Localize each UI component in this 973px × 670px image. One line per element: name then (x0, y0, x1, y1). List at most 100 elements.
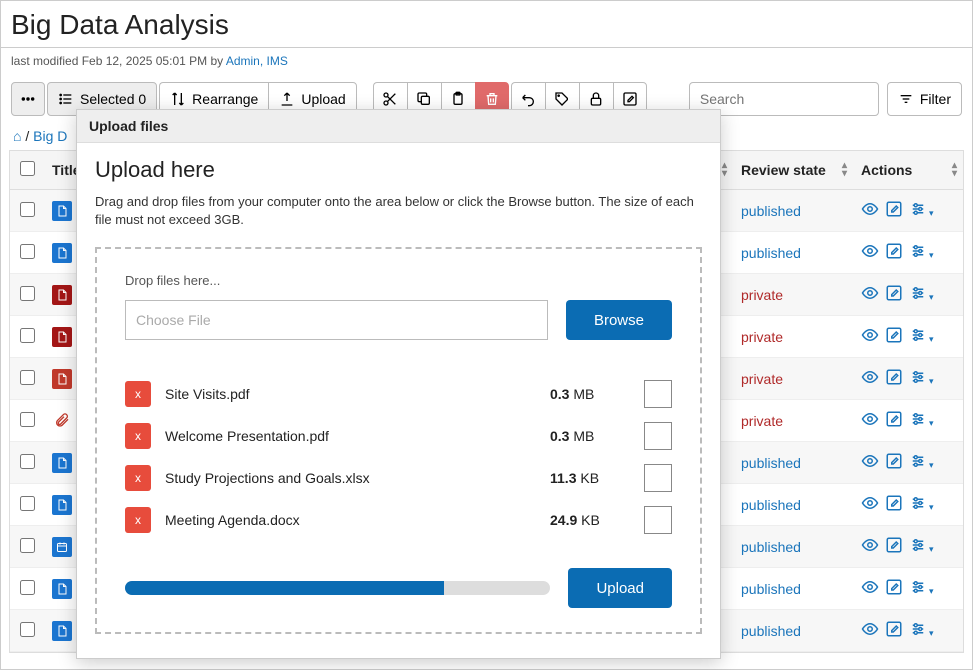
row-checkbox[interactable] (20, 244, 35, 259)
col-actions-label: Actions (861, 162, 912, 178)
remove-file-button[interactable]: x (125, 381, 151, 407)
edit-action[interactable] (885, 242, 903, 263)
undo-icon (520, 91, 536, 107)
view-action[interactable] (861, 494, 879, 515)
row-checkbox[interactable] (20, 328, 35, 343)
review-state[interactable]: published (741, 203, 801, 219)
document-icon (52, 453, 72, 473)
upload-file-item: xWelcome Presentation.pdf0.3 MB (125, 422, 672, 450)
remove-file-button[interactable]: x (125, 465, 151, 491)
settings-action[interactable] (909, 242, 934, 263)
settings-action[interactable] (909, 326, 934, 347)
view-action[interactable] (861, 368, 879, 389)
browse-button[interactable]: Browse (566, 300, 672, 340)
review-state[interactable]: published (741, 623, 801, 639)
remove-file-button[interactable]: x (125, 507, 151, 533)
settings-action[interactable] (909, 452, 934, 473)
row-checkbox[interactable] (20, 580, 35, 595)
list-icon (58, 91, 74, 107)
select-all-checkbox[interactable] (20, 161, 35, 176)
edit-action[interactable] (885, 620, 903, 641)
file-chooser-input[interactable]: Choose File (125, 300, 548, 340)
review-state[interactable]: published (741, 497, 801, 513)
document-icon (52, 243, 72, 263)
dropzone[interactable]: Drop files here... Choose File Browse xS… (95, 247, 702, 634)
edit-action[interactable] (885, 536, 903, 557)
view-action[interactable] (861, 410, 879, 431)
settings-action[interactable] (909, 578, 934, 599)
view-action[interactable] (861, 284, 879, 305)
col-review-label: Review state (741, 162, 826, 178)
filter-icon (898, 91, 914, 107)
edit-action[interactable] (885, 326, 903, 347)
view-action[interactable] (861, 578, 879, 599)
edit-action[interactable] (885, 578, 903, 599)
row-checkbox[interactable] (20, 370, 35, 385)
edit-action[interactable] (885, 368, 903, 389)
upload-file-name: Study Projections and Goals.xlsx (165, 470, 536, 486)
row-checkbox[interactable] (20, 286, 35, 301)
more-actions-button[interactable] (11, 82, 45, 116)
breadcrumb-current[interactable]: Big D (33, 128, 67, 144)
drop-label: Drop files here... (125, 273, 672, 288)
settings-action[interactable] (909, 494, 934, 515)
edit-action[interactable] (885, 200, 903, 221)
view-action[interactable] (861, 536, 879, 557)
last-modified-text: last modified Feb 12, 2025 05:01 PM by (11, 54, 226, 68)
trash-icon (484, 91, 500, 107)
col-review-state[interactable]: Review state ▴▾ (733, 151, 853, 190)
page-title: Big Data Analysis (1, 1, 972, 48)
review-state[interactable]: published (741, 581, 801, 597)
attachment-icon (52, 410, 72, 430)
ellipsis-icon (20, 91, 36, 107)
sort-icon: ▴▾ (842, 162, 847, 178)
upload-icon (279, 91, 295, 107)
view-action[interactable] (861, 326, 879, 347)
breadcrumb-separator: / (21, 128, 33, 144)
settings-action[interactable] (909, 200, 934, 221)
review-state[interactable]: published (741, 245, 801, 261)
view-action[interactable] (861, 452, 879, 473)
review-state[interactable]: private (741, 329, 783, 345)
sort-icon: ▴▾ (952, 162, 957, 178)
upload-file-item: xStudy Projections and Goals.xlsx11.3 KB (125, 464, 672, 492)
settings-action[interactable] (909, 410, 934, 431)
settings-action[interactable] (909, 284, 934, 305)
review-state[interactable]: private (741, 413, 783, 429)
edit-square-icon (622, 91, 638, 107)
last-modified-user-link[interactable]: Admin, IMS (226, 54, 288, 68)
review-state[interactable]: private (741, 371, 783, 387)
upload-dialog-header: Upload files (77, 110, 720, 143)
row-checkbox[interactable] (20, 538, 35, 553)
row-checkbox[interactable] (20, 202, 35, 217)
row-checkbox[interactable] (20, 496, 35, 511)
last-modified: last modified Feb 12, 2025 05:01 PM by A… (1, 48, 972, 78)
settings-action[interactable] (909, 368, 934, 389)
row-checkbox[interactable] (20, 412, 35, 427)
upload-file-size: 0.3 MB (550, 428, 630, 444)
document-icon (52, 201, 72, 221)
edit-action[interactable] (885, 410, 903, 431)
row-checkbox[interactable] (20, 454, 35, 469)
edit-action[interactable] (885, 284, 903, 305)
edit-action[interactable] (885, 452, 903, 473)
review-state[interactable]: published (741, 455, 801, 471)
settings-action[interactable] (909, 620, 934, 641)
edit-action[interactable] (885, 494, 903, 515)
settings-action[interactable] (909, 536, 934, 557)
view-action[interactable] (861, 620, 879, 641)
filter-button[interactable]: Filter (887, 82, 962, 116)
view-action[interactable] (861, 242, 879, 263)
col-actions[interactable]: Actions ▴▾ (853, 151, 963, 190)
upload-file-status-box (644, 380, 672, 408)
upload-submit-button[interactable]: Upload (568, 568, 672, 608)
review-state[interactable]: published (741, 539, 801, 555)
review-state[interactable]: private (741, 287, 783, 303)
view-action[interactable] (861, 200, 879, 221)
upload-file-item: xSite Visits.pdf0.3 MB (125, 380, 672, 408)
remove-file-button[interactable]: x (125, 423, 151, 449)
row-checkbox[interactable] (20, 622, 35, 637)
rearrange-icon (170, 91, 186, 107)
lock-icon (588, 91, 604, 107)
selected-count-label: Selected 0 (80, 91, 146, 107)
